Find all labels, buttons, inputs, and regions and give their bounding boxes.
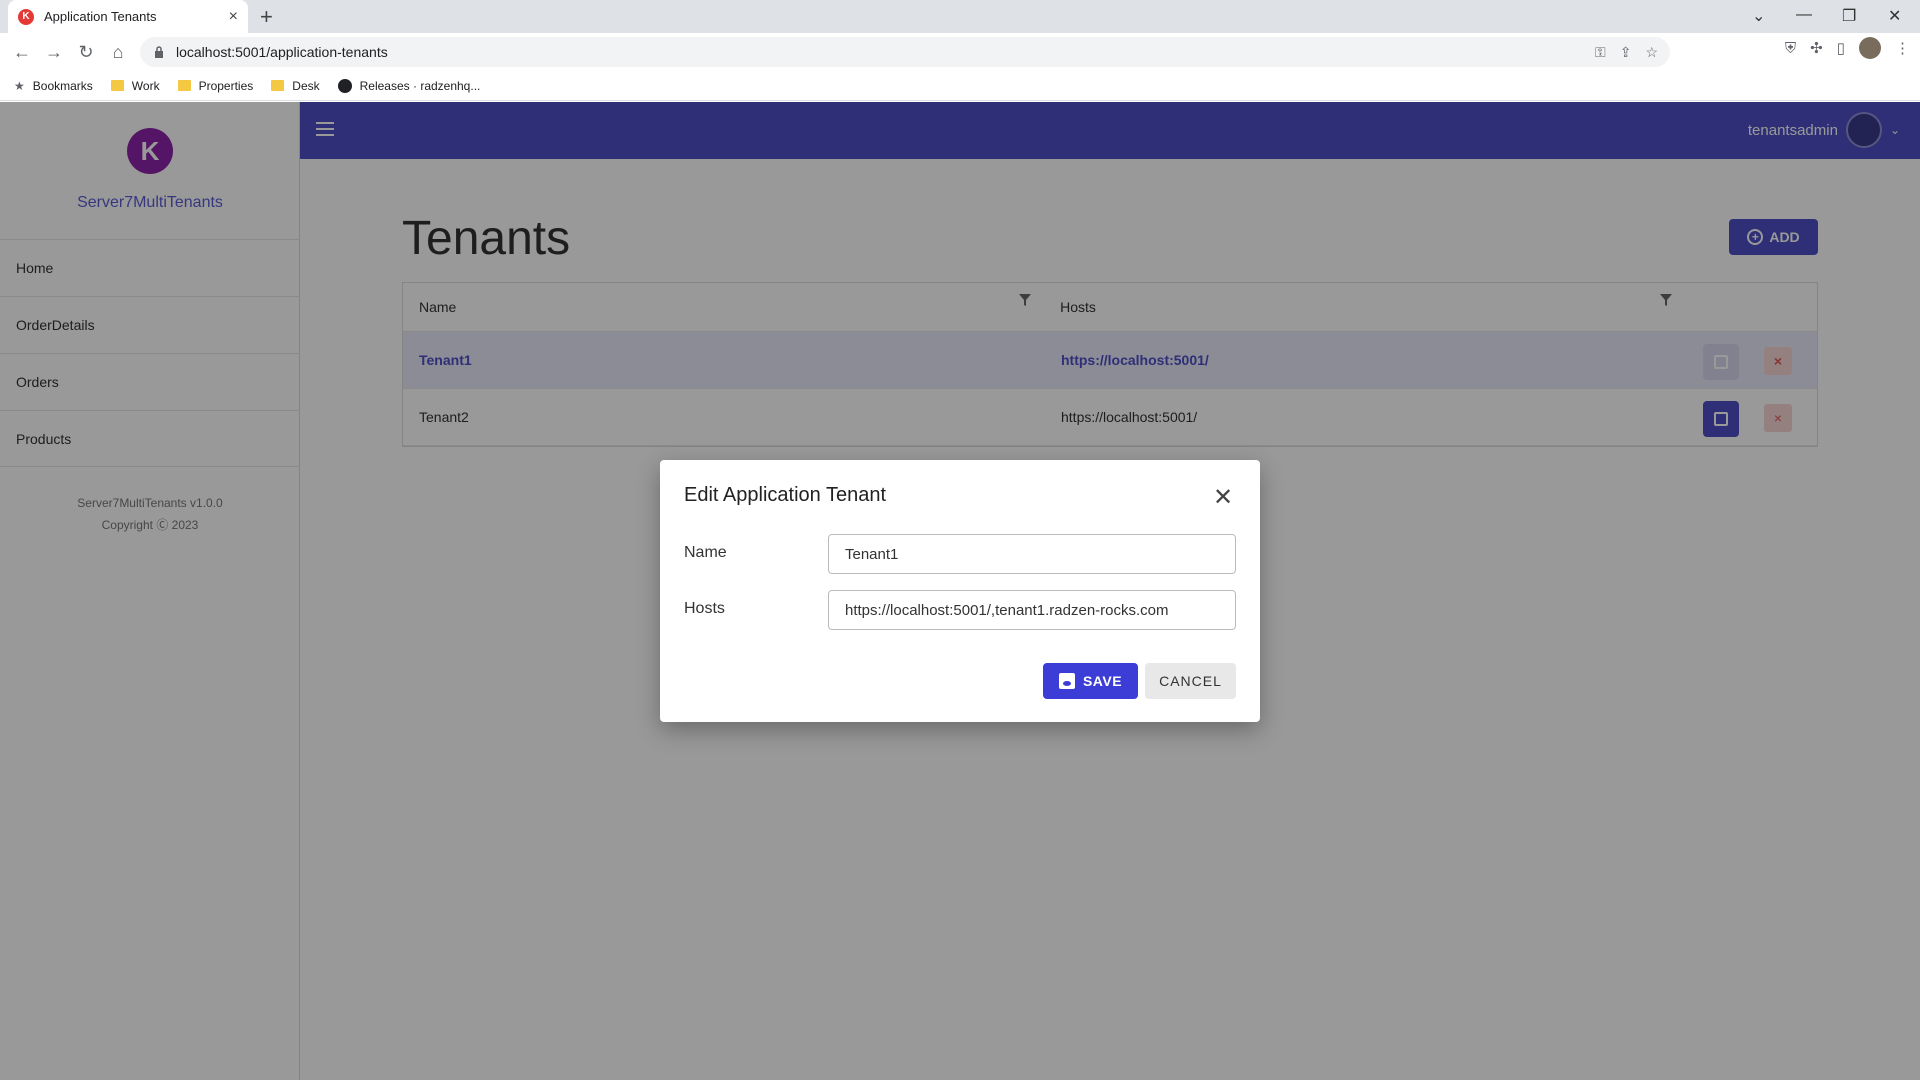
bookmarks-bar: ★ Bookmarks Work Properties Desk Releases… [0,71,1920,101]
key-icon[interactable]: ⚿ [1595,44,1606,61]
bookmark-item[interactable]: Properties [177,79,253,93]
tab-search-icon[interactable]: ⌄ [1752,6,1765,26]
hosts-label: Hosts [684,600,725,617]
app-favicon-icon: K [18,8,34,25]
save-button[interactable]: SAVE [1043,663,1138,699]
forward-icon[interactable]: → [38,36,70,68]
side-panel-icon[interactable]: ▯ [1837,39,1845,57]
hosts-input[interactable] [828,590,1236,630]
bookmark-item[interactable]: Work [110,79,160,93]
address-bar[interactable]: localhost:5001/application-tenants ⚿ ⇪ ☆ [140,37,1670,67]
bookmark-item[interactable]: Releases · radzenhq... [337,78,480,93]
star-icon: ★ [14,78,25,93]
profile-avatar[interactable] [1859,37,1881,59]
new-tab-icon[interactable]: + [260,4,273,30]
edit-tenant-dialog: Edit Application Tenant ✕ Name Hosts SAV… [660,460,1260,722]
cancel-button[interactable]: CANCEL [1145,663,1236,699]
folder-icon [271,80,285,91]
bookmark-star-icon[interactable]: ☆ [1645,44,1658,61]
shield-icon[interactable]: ⛨ [1785,40,1796,57]
browser-toolbar: ← → ↻ ⌂ localhost:5001/application-tenan… [0,33,1920,71]
lock-icon [155,46,163,58]
save-disk-icon [1058,673,1075,689]
restore-icon[interactable]: ❐ [1842,6,1856,26]
menu-icon[interactable]: ⋮ [1895,39,1910,57]
browser-tab-strip: K Application Tenants × + ⌄ — ❐ ✕ [0,0,1920,33]
reload-icon[interactable]: ↻ [70,36,102,68]
tab-close-icon[interactable]: × [229,8,238,26]
extensions-icon[interactable]: ✣ [1810,39,1823,57]
github-icon [337,78,352,93]
bookmark-item[interactable]: Desk [271,79,320,93]
name-input[interactable] [828,534,1236,574]
save-button-label: SAVE [1082,673,1123,689]
minimize-icon[interactable]: — [1796,6,1812,24]
url-text: localhost:5001/application-tenants [176,44,388,60]
browser-tab[interactable]: K Application Tenants × [8,0,248,33]
close-window-icon[interactable]: ✕ [1888,6,1901,26]
bookmark-item[interactable]: ★ Bookmarks [14,79,93,93]
back-icon[interactable]: ← [6,36,38,68]
folder-icon [110,80,124,91]
close-icon[interactable]: ✕ [1213,486,1233,510]
folder-icon [177,80,191,91]
dialog-title: Edit Application Tenant [684,484,887,506]
home-icon[interactable]: ⌂ [102,36,134,68]
name-label: Name [684,544,727,561]
tab-title: Application Tenants [44,9,157,24]
share-icon[interactable]: ⇪ [1620,44,1632,61]
